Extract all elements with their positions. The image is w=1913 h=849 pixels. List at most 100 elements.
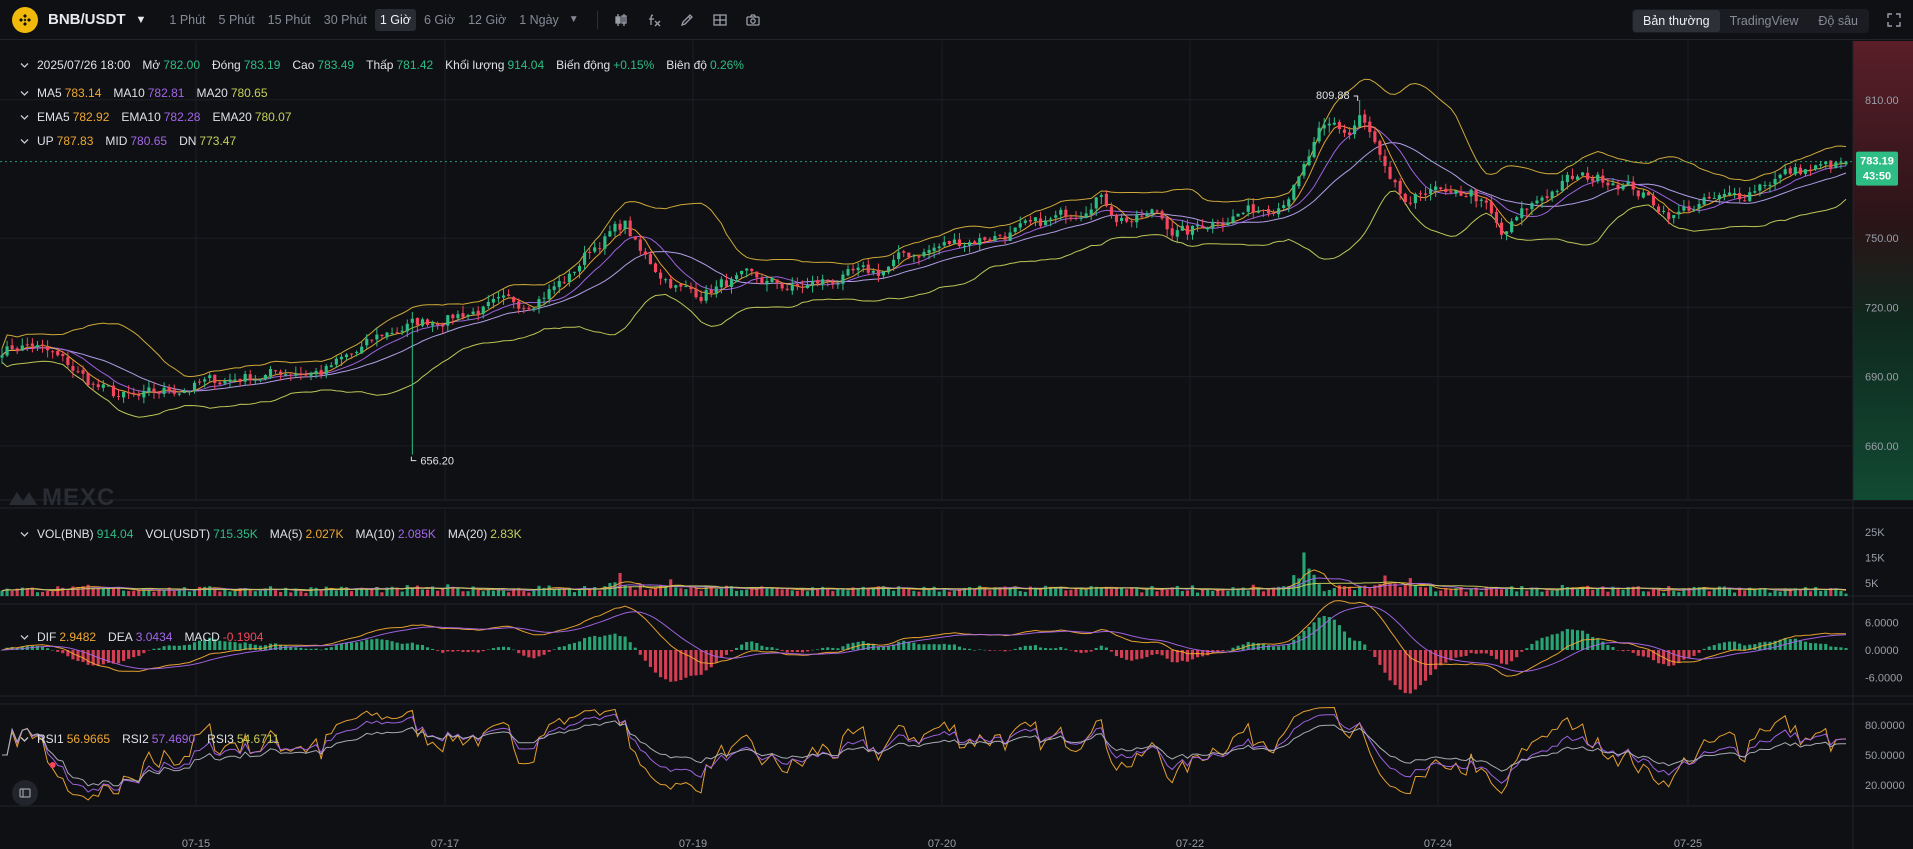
volume-tick-label: 15K — [1865, 553, 1885, 565]
volume-bar — [805, 591, 810, 596]
macd-histogram-bar — [46, 648, 50, 650]
rsi-legend[interactable]: RSI1 56.9665 RSI2 57.4690 RSI3 54.6711 — [20, 732, 291, 746]
side-menu-button[interactable] — [12, 780, 38, 806]
screenshot-camera-icon[interactable] — [742, 9, 764, 31]
ma-legend[interactable]: MA5 783.14 MA10 782.81 MA20 780.65 — [20, 86, 280, 100]
draw-pencil-icon[interactable] — [676, 9, 698, 31]
macd-histogram-bar — [1130, 650, 1134, 661]
ma20-label: MA20 — [196, 86, 228, 100]
macd-histogram-bar — [1114, 650, 1119, 657]
open-value: 782.00 — [163, 58, 200, 72]
interval-dropdown-icon[interactable]: ▼ — [569, 14, 579, 25]
volume-bar — [643, 589, 647, 596]
volume-bar — [1231, 587, 1235, 596]
ema-legend[interactable]: EMA5 782.92 EMA10 782.28 EMA20 780.07 — [20, 110, 304, 124]
view-standard[interactable]: Bản thường — [1632, 10, 1720, 32]
legend-high: Cao 783.49 — [292, 58, 357, 72]
candle-body — [1003, 236, 1007, 240]
interval-30m[interactable]: 30 Phút — [319, 9, 372, 31]
interval-12h[interactable]: 12 Giờ — [463, 9, 511, 31]
volume-legend[interactable]: VOL(BNB) 914.04 VOL(USDT) 715.35K MA(5) 2.0… — [20, 527, 534, 541]
interval-15m[interactable]: 15 Phút — [263, 9, 316, 31]
volume-bar — [1120, 587, 1124, 596]
candle-body — [349, 353, 354, 355]
symbol-dropdown-icon[interactable]: ▼ — [136, 14, 147, 26]
macd-histogram-bar — [643, 650, 647, 661]
macd-histogram-bar — [1165, 650, 1169, 659]
volume-bar — [309, 587, 313, 596]
macd-legend[interactable]: DIF 2.9482 DEA 3.0434 MACD -0.1904 — [20, 630, 275, 644]
collapse-chevron-icon[interactable] — [20, 633, 29, 642]
macd-histogram-bar — [664, 650, 668, 680]
macd-histogram-bar — [152, 648, 156, 650]
volume-bar — [152, 591, 156, 596]
candle-body — [1353, 125, 1357, 135]
macd-histogram-bar — [1732, 641, 1737, 650]
dea-value: 3.0434 — [135, 630, 173, 644]
symbol-selector[interactable]: BNB/USDT — [48, 11, 126, 28]
candle-body — [628, 220, 632, 237]
indicator-fx-icon[interactable] — [643, 9, 665, 31]
candle-body — [51, 351, 55, 353]
candle-body — [1712, 197, 1716, 199]
candle-body — [334, 358, 338, 365]
volume-bar — [1221, 589, 1225, 596]
candle-body — [198, 381, 202, 383]
collapse-chevron-icon[interactable] — [20, 530, 29, 539]
collapse-chevron-icon[interactable] — [20, 137, 29, 146]
macd-histogram-bar — [1454, 650, 1458, 658]
interval-1d[interactable]: 1 Ngày — [514, 9, 564, 31]
candle-body — [1687, 206, 1691, 211]
macd-histogram-bar — [1616, 650, 1620, 651]
interval-5m[interactable]: 5 Phút — [214, 9, 260, 31]
interval-6h[interactable]: 6 Giờ — [419, 9, 460, 31]
view-tradingview[interactable]: TradingView — [1720, 10, 1809, 32]
candle-style-icon[interactable] — [610, 9, 632, 31]
candle-body — [1662, 210, 1666, 212]
view-depth[interactable]: Độ sâu — [1808, 10, 1868, 32]
interval-1m[interactable]: 1 Phút — [164, 9, 210, 31]
volume-bar — [831, 591, 835, 596]
volume-bar — [588, 588, 592, 596]
volume-bar — [628, 586, 632, 596]
volume-bar — [218, 591, 222, 596]
candle-body — [20, 345, 24, 351]
macd-histogram-bar — [537, 650, 541, 657]
candle-body — [56, 350, 60, 356]
rsi-marker-dot — [49, 762, 56, 768]
volume-bar — [613, 582, 617, 596]
collapse-chevron-icon[interactable] — [20, 61, 29, 70]
macd-histogram-bar — [1753, 644, 1757, 650]
boll-legend[interactable]: UP 787.83 MID 780.65 DN 773.47 — [20, 134, 248, 148]
macd-histogram-bar — [968, 648, 972, 650]
volume-bar — [1049, 587, 1053, 596]
candle-body — [917, 256, 921, 258]
ma5-value: 783.14 — [64, 86, 102, 100]
legend-vol-ma20: MA(20) 2.83K — [448, 527, 525, 541]
candlestick-chart[interactable]: 660.00 690.00 720.00 750.00 810.00 07-15 07-17… — [0, 41, 1913, 849]
layout-grid-icon[interactable] — [709, 9, 731, 31]
collapse-chevron-icon[interactable] — [20, 89, 29, 98]
macd-histogram-bar — [1474, 650, 1478, 654]
candle-body — [441, 324, 445, 327]
candle-date: 2025/07/26 18:00 — [37, 58, 131, 72]
collapse-chevron-icon[interactable] — [20, 735, 29, 744]
candle-body — [694, 288, 698, 298]
volume-bar — [871, 588, 875, 596]
macd-histogram-bar — [415, 644, 419, 650]
fullscreen-icon[interactable] — [1885, 11, 1903, 29]
macd-histogram-bar — [1033, 645, 1038, 650]
candle-body — [1266, 209, 1271, 214]
volume-bar — [892, 590, 896, 596]
legend-low: Thấp 781.42 — [366, 58, 436, 72]
candle-body — [491, 298, 495, 303]
legend-rsi3: RSI3 54.6711 — [207, 732, 282, 746]
macd-histogram-bar — [157, 648, 161, 650]
macd-histogram-bar — [623, 636, 627, 650]
ma20-value: 780.65 — [230, 86, 268, 100]
time-tick-label: 07-19 — [679, 838, 707, 849]
volume-bar — [1322, 591, 1326, 596]
collapse-chevron-icon[interactable] — [20, 113, 29, 122]
interval-1h[interactable]: 1 Giờ — [374, 8, 416, 31]
candle-body — [1378, 140, 1382, 155]
